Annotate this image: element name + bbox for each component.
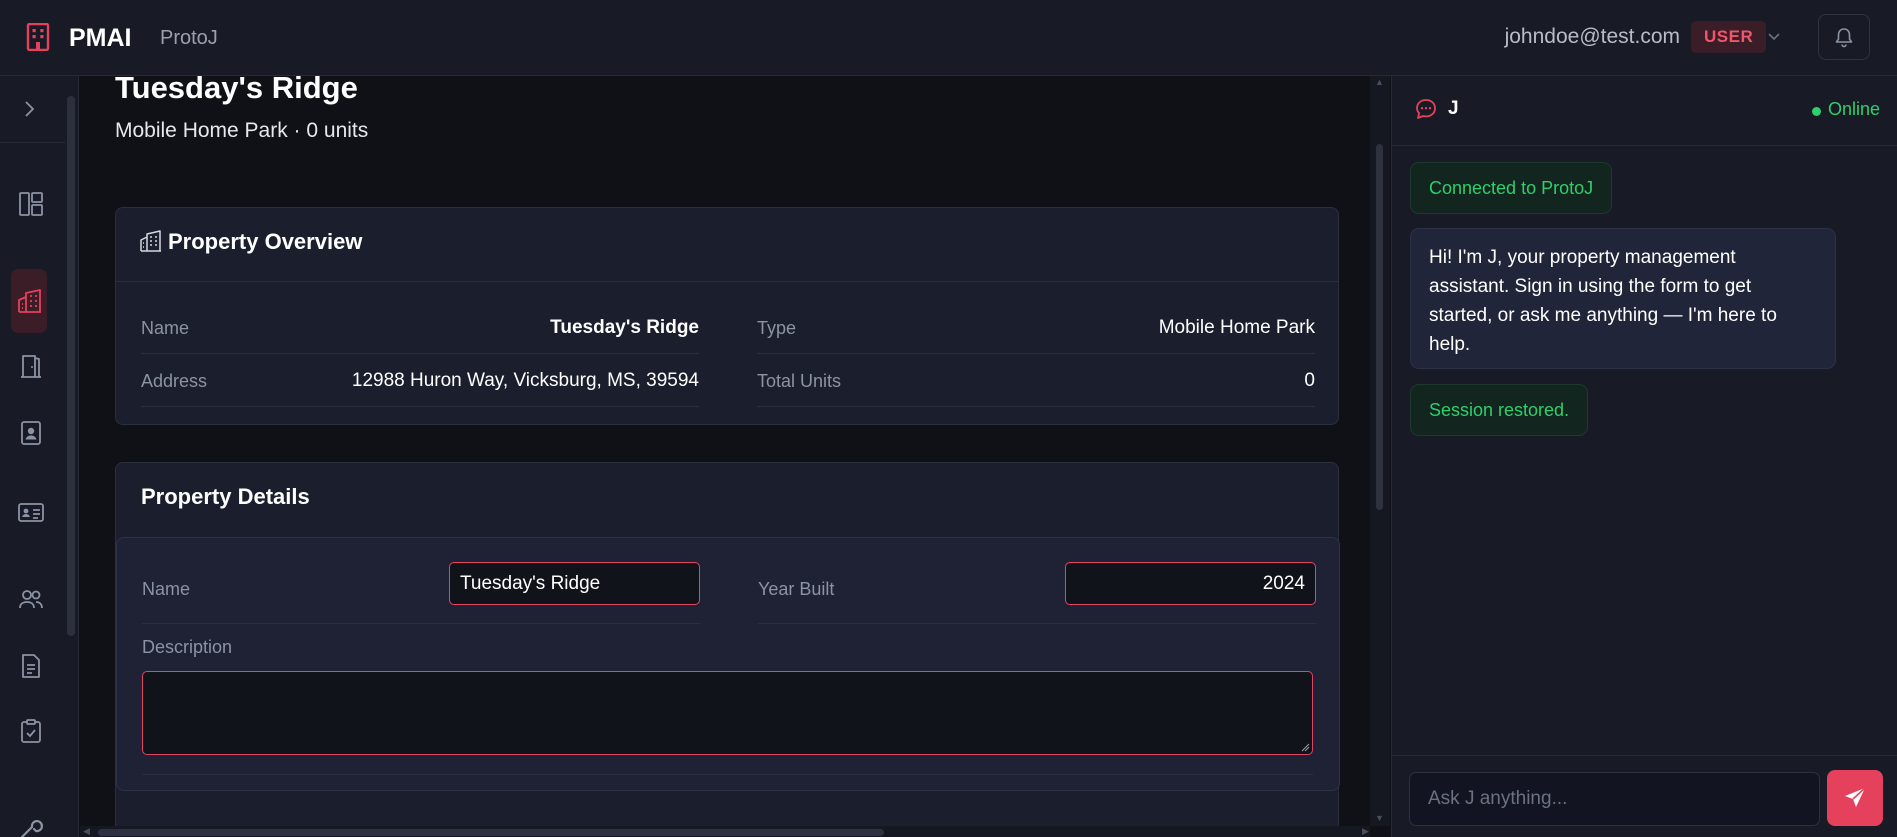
- details-row-name: Name: [142, 538, 700, 624]
- card-header: Property Overview: [116, 208, 1338, 282]
- scroll-left-icon[interactable]: ◀: [83, 826, 90, 837]
- status-text: Online: [1828, 99, 1881, 119]
- wrench-icon: [20, 820, 43, 837]
- property-details-card: Property Details Name Year Built Descrip…: [115, 462, 1340, 837]
- card-header: Property Details: [116, 463, 1338, 537]
- year-built-label: Year Built: [758, 579, 835, 599]
- page-subtitle: Mobile Home Park · 0 units: [115, 119, 369, 142]
- sidebar-item-properties[interactable]: [11, 269, 47, 333]
- sidebar-item-contacts[interactable]: [13, 494, 47, 528]
- buildings-icon: [140, 230, 161, 252]
- main-horizontal-scrollbar[interactable]: ◀ ▶: [80, 826, 1370, 837]
- sidebar-item-maintenance[interactable]: [13, 810, 47, 837]
- chat-input[interactable]: [1409, 772, 1820, 826]
- sidebar-item-documents[interactable]: [13, 648, 47, 682]
- main-content: Tuesday's Ridge Mobile Home Park · 0 uni…: [80, 76, 1390, 837]
- chat-panel: J Online Connected to ProtoJ Hi! I'm J, …: [1391, 76, 1897, 837]
- year-built-input[interactable]: [1065, 562, 1316, 605]
- sidebar-scroll-thumb[interactable]: [67, 96, 75, 636]
- buildings-icon: [18, 289, 41, 313]
- field-value: 0: [1304, 370, 1315, 391]
- overview-row-total-units: Total Units 0: [757, 355, 1315, 407]
- field-value: 12988 Huron Way, Vicksburg, MS, 39594: [351, 370, 699, 391]
- contact-badge-icon: [21, 421, 41, 445]
- chevron-right-icon[interactable]: [19, 98, 39, 120]
- sidebar-divider: [0, 142, 65, 143]
- field-label: Type: [757, 318, 797, 338]
- overview-row-name: Name Tuesday's Ridge: [141, 302, 699, 354]
- sidebar-item-units[interactable]: [13, 348, 47, 382]
- chat-input-bar: [1392, 755, 1897, 837]
- chevron-down-icon[interactable]: [1766, 28, 1782, 44]
- send-button[interactable]: [1827, 770, 1883, 826]
- name-label: Name: [142, 579, 191, 599]
- scroll-up-icon[interactable]: ▲: [1375, 77, 1384, 87]
- users-icon: [19, 590, 43, 609]
- card-title: Property Overview: [168, 229, 363, 254]
- overview-row-type: Type Mobile Home Park: [757, 302, 1315, 354]
- notifications-button[interactable]: [1818, 14, 1870, 60]
- name-input[interactable]: [449, 562, 700, 605]
- dashboard-icon: [19, 192, 43, 216]
- sidebar-item-dashboard[interactable]: [13, 186, 47, 220]
- top-bar: PMAI ProtoJ johndoe@test.com USER: [0, 0, 1897, 76]
- sidebar: [0, 76, 79, 837]
- sidebar-item-users[interactable]: [13, 581, 47, 615]
- chat-assistant-name: J: [1448, 98, 1459, 119]
- field-label: Total Units: [757, 371, 842, 391]
- field-label: Name: [141, 318, 190, 338]
- chat-header: J Online: [1392, 76, 1897, 146]
- send-icon: [1845, 787, 1866, 807]
- user-email[interactable]: johndoe@test.com: [1505, 25, 1680, 49]
- system-message: Connected to ProtoJ: [1410, 162, 1613, 214]
- description-textarea[interactable]: [142, 671, 1313, 755]
- field-label: Address: [141, 371, 208, 391]
- overview-row-address: Address 12988 Huron Way, Vicksburg, MS, …: [141, 355, 699, 407]
- id-card-icon: [18, 503, 44, 522]
- main-vertical-scroll-thumb[interactable]: [1376, 144, 1383, 510]
- scroll-down-icon[interactable]: ▼: [1375, 813, 1384, 823]
- sidebar-scrollbar[interactable]: [63, 76, 79, 837]
- page-title: Tuesday's Ridge: [115, 76, 358, 105]
- details-row-year-built: Year Built: [758, 538, 1316, 624]
- brand-name[interactable]: PMAI: [69, 24, 132, 53]
- property-overview-card: Property Overview Name Tuesday's Ridge T…: [115, 207, 1339, 425]
- card-title: Property Details: [141, 484, 310, 509]
- details-form: Name Year Built Description: [116, 537, 1340, 791]
- assistant-message: Hi! I'm J, your property management assi…: [1410, 228, 1836, 369]
- chat-bubble-icon: [1416, 99, 1436, 119]
- clipboard-check-icon: [21, 719, 41, 743]
- user-role-badge[interactable]: USER: [1691, 21, 1767, 53]
- description-label: Description: [142, 637, 233, 657]
- sidebar-item-tenants[interactable]: [13, 415, 47, 449]
- scroll-right-icon[interactable]: ▶: [1362, 826, 1369, 837]
- brand-subtitle: ProtoJ: [160, 27, 218, 49]
- document-icon: [22, 654, 40, 678]
- sidebar-item-tasks[interactable]: [13, 713, 47, 747]
- divider: [142, 774, 1313, 775]
- resize-handle-icon[interactable]: [1300, 742, 1310, 752]
- system-message: Session restored.: [1410, 384, 1589, 436]
- field-value: Mobile Home Park: [1158, 317, 1315, 338]
- building-icon: [26, 23, 50, 51]
- door-icon: [21, 355, 41, 378]
- main-horizontal-scroll-thumb[interactable]: [98, 829, 884, 836]
- field-value: Tuesday's Ridge: [550, 317, 699, 338]
- status-dot: [1812, 107, 1821, 116]
- main-vertical-scrollbar[interactable]: ▲ ▼: [1370, 76, 1390, 826]
- bell-icon: [1835, 28, 1853, 48]
